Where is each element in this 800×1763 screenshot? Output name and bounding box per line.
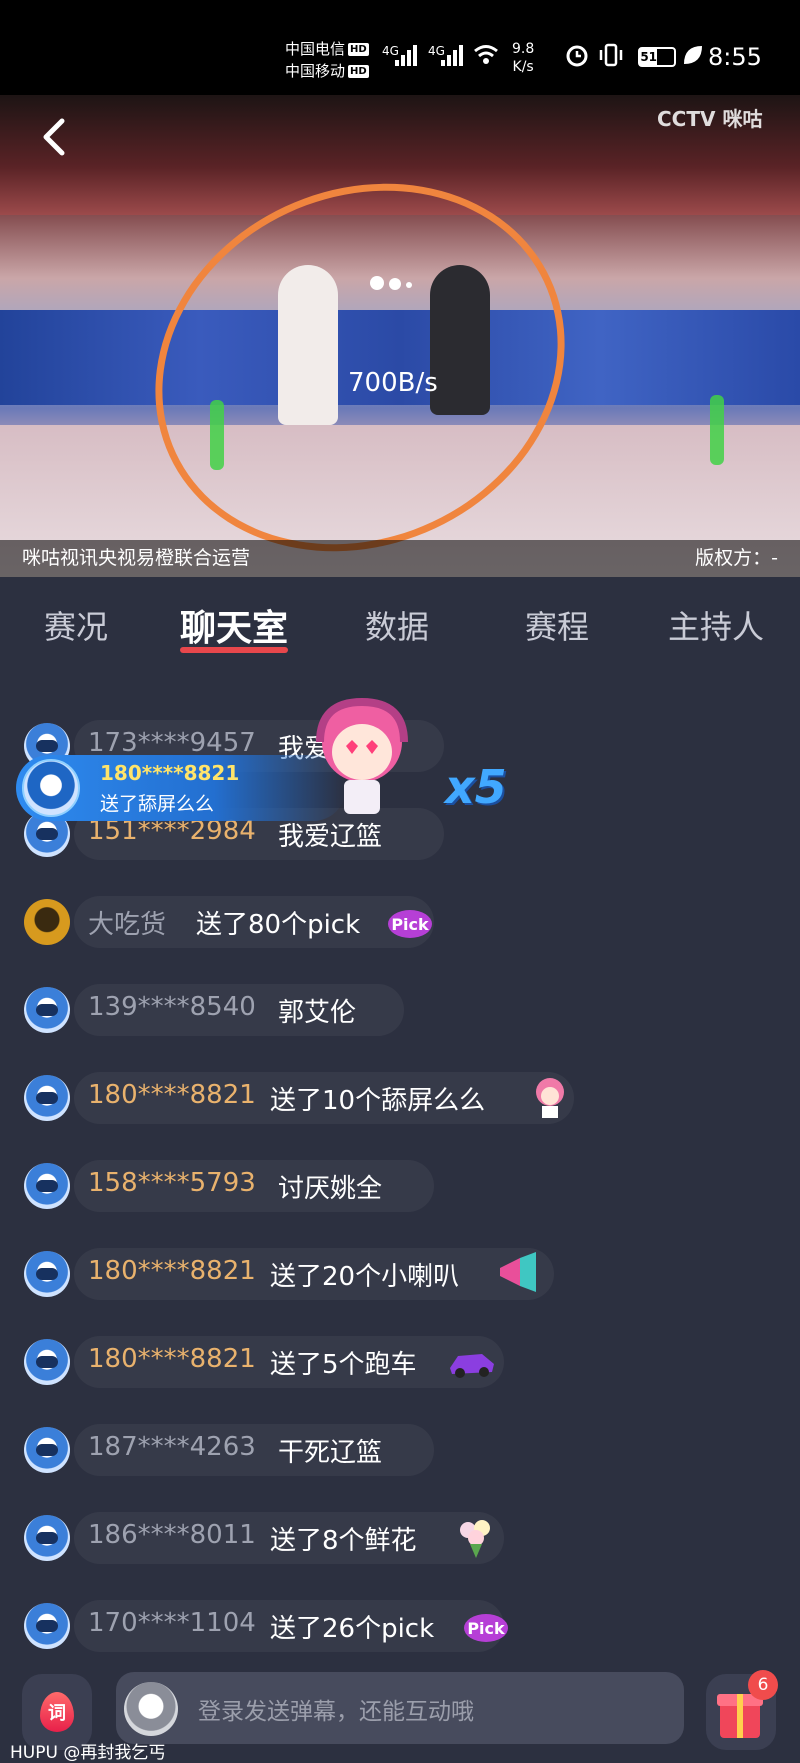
vibrate-icon — [599, 43, 623, 67]
pick-gift-icon: Pick — [464, 1614, 508, 1642]
phrase-icon: 词 — [40, 1692, 74, 1732]
banner-avatar — [22, 759, 80, 817]
carrier-info: 中国电信 HD 中国移动 HD — [285, 38, 369, 82]
user-avatar[interactable] — [24, 1427, 70, 1473]
lick-screen-gift-icon — [536, 1078, 564, 1118]
network-speed: 9.8 K/s — [512, 41, 535, 75]
message-text: 我爱辽篮 — [278, 822, 383, 852]
username[interactable]: 139****8540 — [88, 992, 256, 1022]
buffer-speed: 700B/s — [348, 368, 438, 398]
username[interactable]: 170****1104 — [88, 1608, 256, 1638]
broadcaster-watermark: CCTV 咪咕 — [657, 107, 763, 131]
user-avatar[interactable] — [24, 899, 70, 945]
chat-message: 大吃货 送了80个pick Pick — [24, 890, 444, 952]
message-text: 送了8个鲜花 — [270, 1526, 417, 1556]
leaf-icon — [684, 46, 702, 64]
input-avatar — [124, 1682, 178, 1736]
copyright-caption: 版权方：- — [695, 547, 778, 569]
tab-bar: 赛况 聊天室 数据 赛程 主持人 — [0, 577, 800, 662]
message-text: 干死辽篮 — [278, 1438, 383, 1468]
gift-banner: 180****8821 送了舔屏么么 — [16, 755, 346, 821]
message-text: 送了5个跑车 — [270, 1350, 417, 1380]
status-bar: 中国电信 HD 中国移动 HD 4G 4G 9.8 K/s 51 8:55 — [0, 0, 800, 95]
message-text: 讨厌姚全 — [278, 1174, 383, 1204]
username[interactable]: 186****8011 — [88, 1520, 256, 1550]
lick-screen-mascot-icon — [316, 697, 408, 814]
message-text: 送了26个pick — [270, 1614, 435, 1644]
banner-message: 送了舔屏么么 — [100, 793, 215, 815]
chat-message: 180****8821 送了20个小喇叭 — [24, 1242, 564, 1304]
signal-icon — [395, 44, 421, 66]
message-text: 郭艾伦 — [278, 998, 357, 1028]
username[interactable]: 187****4263 — [88, 1432, 256, 1462]
carrier2: 中国移动 — [285, 62, 346, 80]
clock: 8:55 — [708, 43, 762, 71]
gift-icon — [717, 1694, 763, 1738]
username[interactable]: 180****8821 — [88, 1256, 256, 1286]
user-avatar[interactable] — [24, 987, 70, 1033]
video-caption-bar: 咪咕视讯央视易橙联合运营 版权方：- — [0, 540, 800, 577]
hd-icon: HD — [348, 65, 369, 78]
username[interactable]: 173****9457 — [88, 728, 256, 758]
battery-icon: 51 — [638, 47, 676, 67]
trumpet-gift-icon — [500, 1252, 536, 1292]
flower-gift-icon — [460, 1520, 490, 1558]
tab-host[interactable]: 主持人 — [668, 602, 764, 648]
back-button[interactable] — [36, 115, 76, 159]
message-text: 送了20个小喇叭 — [270, 1262, 460, 1292]
username[interactable]: 180****8821 — [88, 1080, 256, 1110]
chevron-left-icon — [43, 118, 65, 156]
tab-stats[interactable]: 数据 — [365, 602, 429, 648]
wifi-icon — [474, 45, 498, 64]
gift-multiplier: x5 — [445, 760, 507, 814]
chat-message: 180****8821 送了10个舔屏么么 — [24, 1066, 584, 1128]
chat-message: 187****4263 干死辽篮 — [24, 1418, 444, 1480]
chat-message: 158****5793 讨厌姚全 — [24, 1154, 444, 1216]
cone — [710, 395, 724, 465]
loading-dots-icon — [370, 275, 417, 294]
tab-schedule[interactable]: 赛程 — [525, 602, 589, 648]
hd-icon: HD — [348, 43, 369, 56]
chat-message: 186****8011 送了8个鲜花 — [24, 1506, 504, 1568]
input-placeholder: 登录发送弹幕，还能互动哦 — [198, 1699, 474, 1725]
tab-match-status[interactable]: 赛况 — [44, 602, 108, 648]
footer-watermark: HUPU @再封我乞丐 — [10, 1743, 166, 1763]
username[interactable]: 大吃货 — [88, 904, 166, 941]
sports-car-gift-icon — [450, 1354, 494, 1378]
user-avatar[interactable] — [24, 1251, 70, 1297]
chat-message: 139****8540 郭艾伦 — [24, 978, 444, 1040]
tab-chat-room[interactable]: 聊天室 — [180, 599, 289, 653]
pick-gift-icon: Pick — [388, 910, 432, 938]
carrier1: 中国电信 — [285, 40, 346, 58]
message-text: 送了80个pick — [196, 910, 361, 940]
message-text: 送了10个舔屏么么 — [270, 1086, 486, 1116]
user-avatar[interactable] — [24, 1339, 70, 1385]
user-avatar[interactable] — [24, 1075, 70, 1121]
operator-caption: 咪咕视讯央视易橙联合运营 — [22, 547, 251, 569]
banner-username: 180****8821 — [100, 761, 240, 785]
svg-text:Pick: Pick — [467, 1619, 505, 1638]
username[interactable]: 158****5793 — [88, 1168, 256, 1198]
signal-icon — [441, 44, 467, 66]
user-avatar[interactable] — [24, 1603, 70, 1649]
user-avatar[interactable] — [24, 1163, 70, 1209]
gift-count-badge: 6 — [748, 1670, 778, 1700]
user-avatar[interactable] — [24, 1515, 70, 1561]
chat-message: 170****1104 送了26个pick Pick — [24, 1594, 508, 1656]
chat-message: 180****8821 送了5个跑车 — [24, 1330, 504, 1392]
username[interactable]: 180****8821 — [88, 1344, 256, 1374]
svg-text:Pick: Pick — [391, 915, 429, 934]
danmaku-input[interactable]: 登录发送弹幕，还能互动哦 — [116, 1672, 684, 1744]
alarm-icon — [566, 45, 588, 67]
